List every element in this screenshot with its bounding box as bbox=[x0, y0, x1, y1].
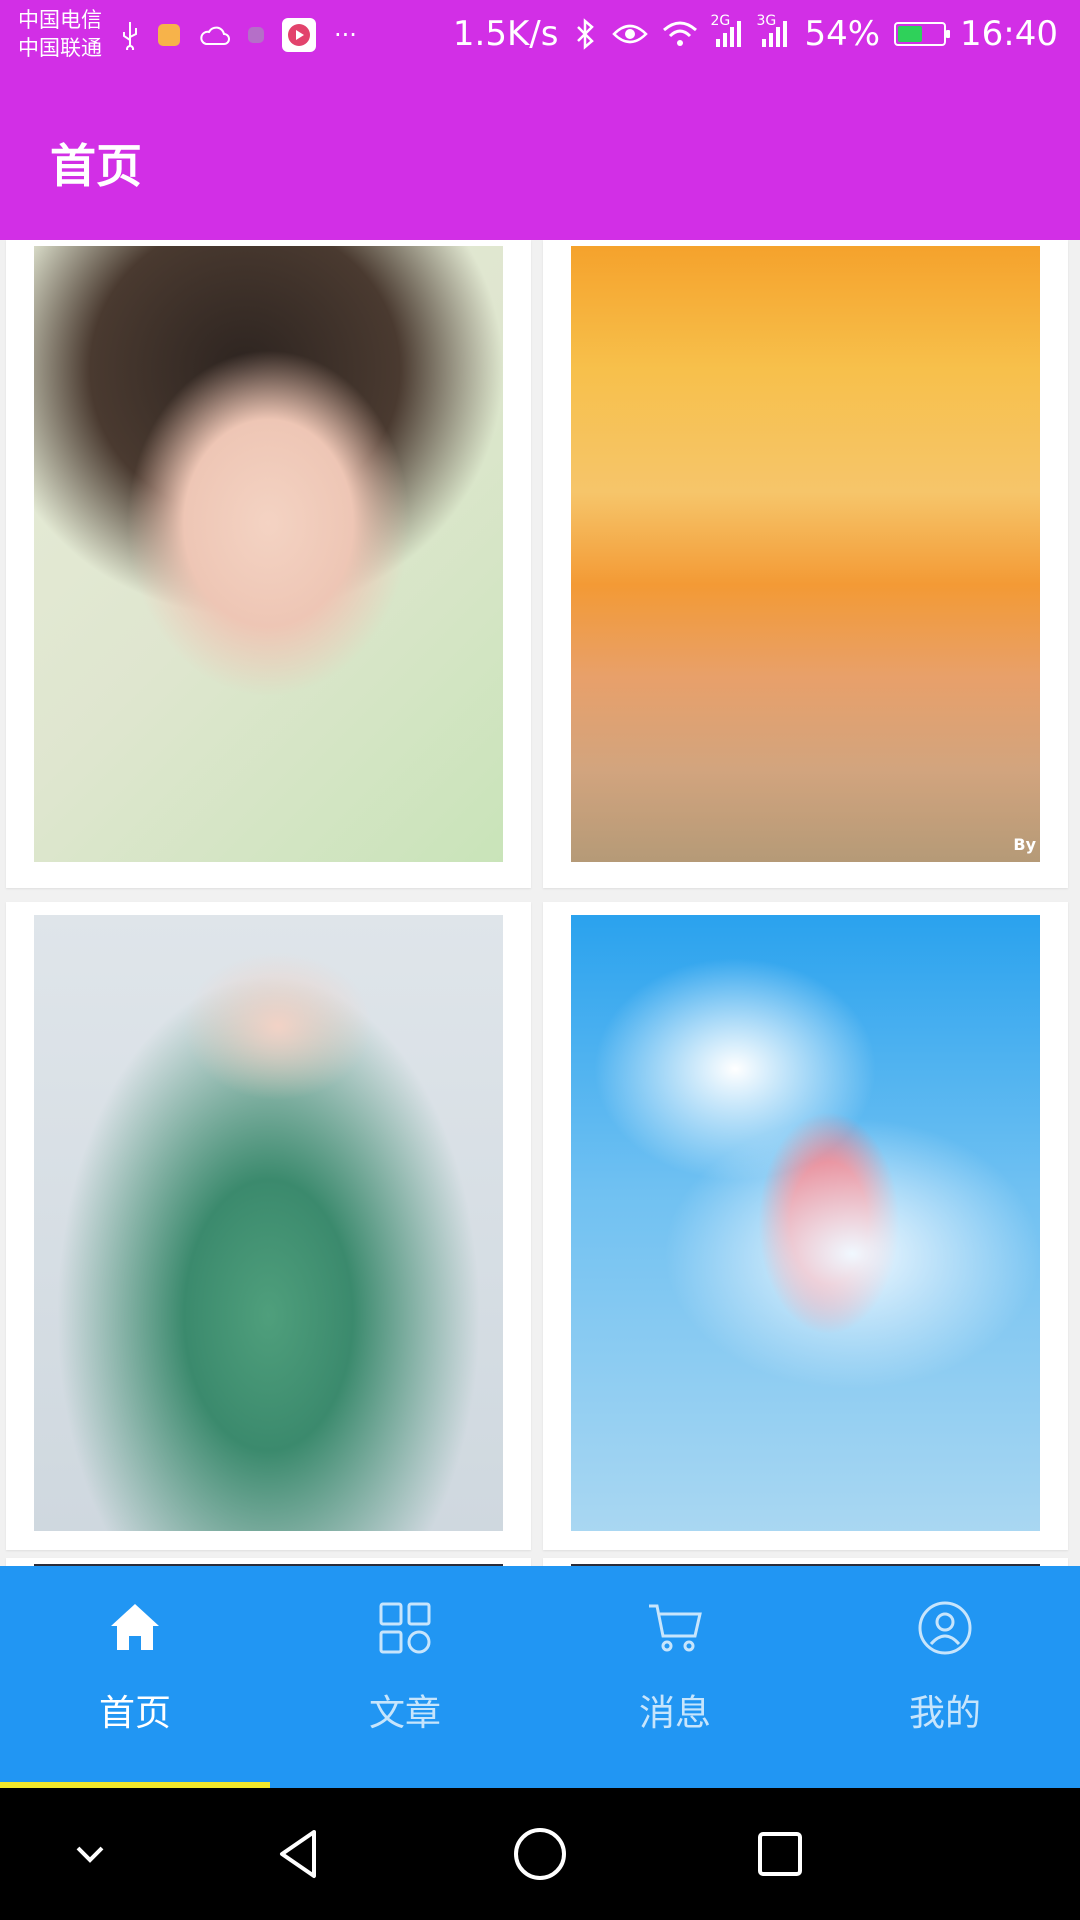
app-bar: 首页 bbox=[0, 75, 1080, 240]
nav-item-mine[interactable]: 我的 bbox=[810, 1566, 1080, 1788]
usb-icon bbox=[120, 20, 140, 50]
system-nav-bar bbox=[0, 1788, 1080, 1920]
app-notif-icon bbox=[158, 24, 180, 46]
bottom-nav: 首页 文章 消息 我的 bbox=[0, 1566, 1080, 1788]
nav-label-mine: 我的 bbox=[908, 1693, 981, 1734]
clock: 16:40 bbox=[960, 14, 1058, 54]
battery-icon bbox=[894, 22, 951, 46]
chip-icon bbox=[248, 27, 264, 43]
nav-label-articles: 文章 bbox=[368, 1693, 441, 1734]
page-title: 首页 bbox=[50, 139, 142, 193]
chevron-down-icon[interactable] bbox=[60, 1824, 120, 1884]
grid-card[interactable] bbox=[543, 902, 1068, 1550]
sunset-beach-photo[interactable]: By bbox=[571, 246, 1040, 862]
more-icon: ··· bbox=[334, 21, 357, 49]
user-icon bbox=[915, 1598, 975, 1658]
girl-photo[interactable] bbox=[34, 246, 503, 862]
wifi-icon bbox=[662, 20, 698, 48]
notification-icons: ··· bbox=[120, 18, 357, 52]
nav-item-home[interactable]: 首页 bbox=[0, 1566, 270, 1788]
sky-umbrella-illustration[interactable] bbox=[571, 915, 1040, 1531]
bluetooth-icon bbox=[572, 17, 598, 51]
home-icon bbox=[105, 1598, 165, 1658]
battery-fill bbox=[898, 26, 923, 42]
photo-watermark: By bbox=[1013, 835, 1036, 854]
signal-icon: 3G bbox=[756, 13, 790, 49]
media-icon bbox=[282, 18, 316, 52]
grid-card[interactable] bbox=[543, 1558, 1068, 1566]
status-bar: 中国电信 中国联通 ··· 1.5K/s 2G 3G 54% 16:40 bbox=[0, 0, 1080, 75]
grid-card[interactable] bbox=[6, 240, 531, 888]
grid-icon bbox=[375, 1598, 435, 1658]
home-circle-icon[interactable] bbox=[510, 1824, 570, 1884]
net-speed: 1.5K/s bbox=[452, 14, 559, 54]
image-grid[interactable]: By bbox=[0, 240, 1080, 1566]
grid-card[interactable]: By bbox=[543, 240, 1068, 888]
cart-icon bbox=[645, 1598, 705, 1658]
status-right: 1.5K/s 2G 3G 54% 16:40 bbox=[452, 13, 1058, 54]
nav-item-articles[interactable]: 文章 bbox=[270, 1566, 540, 1788]
carrier-1: 中国电信 bbox=[18, 8, 102, 32]
battery-percent: 54% bbox=[804, 14, 881, 54]
nav-label-messages: 消息 bbox=[638, 1693, 711, 1734]
nav-item-messages[interactable]: 消息 bbox=[540, 1566, 810, 1788]
fairy-illustration[interactable] bbox=[34, 915, 503, 1531]
nav-label-home: 首页 bbox=[98, 1693, 171, 1734]
cloud-icon bbox=[198, 24, 230, 46]
eye-icon bbox=[612, 22, 649, 46]
grid-card[interactable] bbox=[6, 1558, 531, 1566]
carrier-2: 中国联通 bbox=[18, 36, 102, 60]
signal-icon: 2G bbox=[710, 13, 744, 49]
recents-icon[interactable] bbox=[750, 1824, 810, 1884]
carrier-info: 中国电信 中国联通 bbox=[18, 6, 102, 62]
grid-card[interactable] bbox=[6, 902, 531, 1550]
back-icon[interactable] bbox=[270, 1824, 330, 1884]
